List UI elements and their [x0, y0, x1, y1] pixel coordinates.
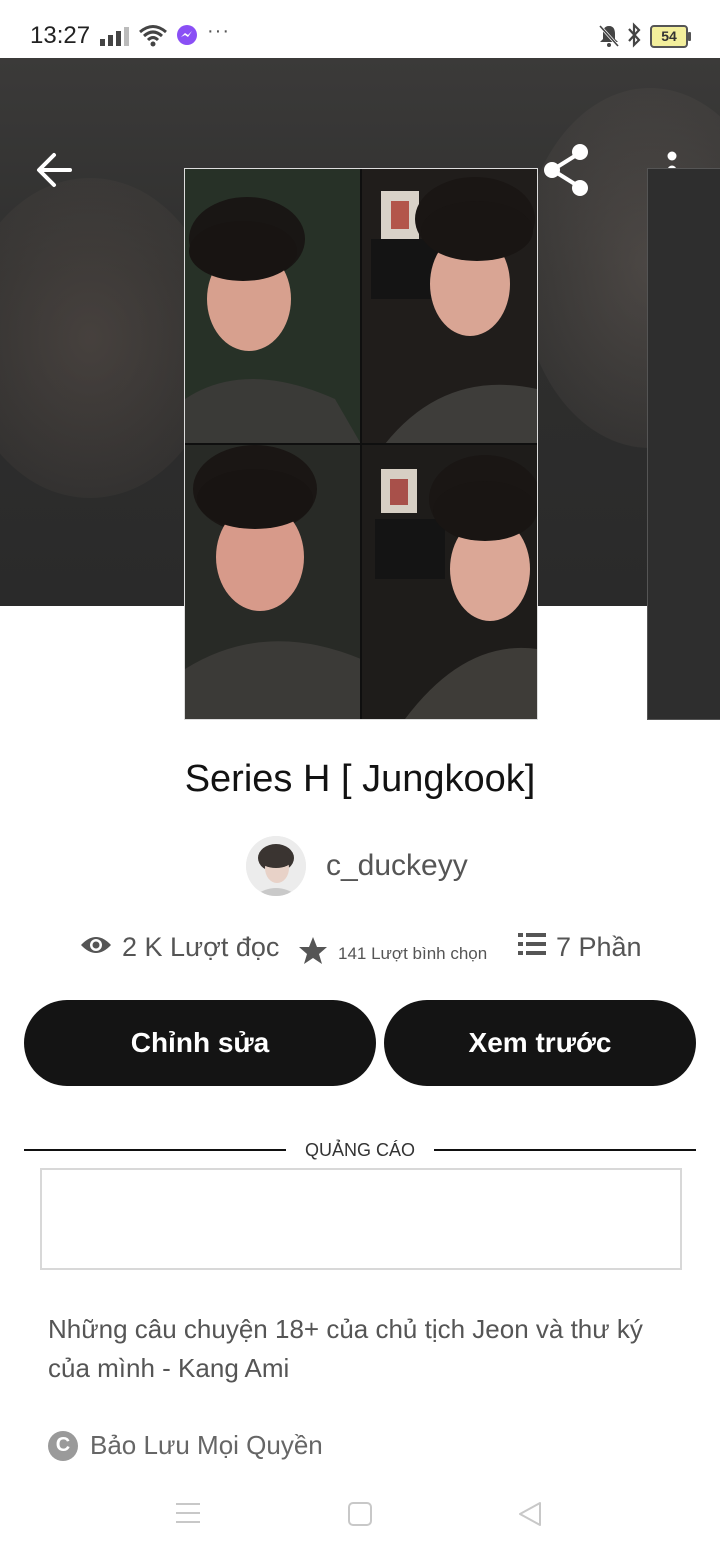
- next-story-cover[interactable]: [647, 168, 720, 720]
- battery-indicator: 54: [650, 25, 691, 48]
- preview-button[interactable]: Xem trước: [384, 1000, 696, 1086]
- story-description: Những câu chuyện 18+ của chủ tịch Jeon v…: [48, 1314, 643, 1383]
- author-name: c_duckeyy: [326, 849, 468, 882]
- copyright-text: Bảo Lưu Mọi Quyền: [90, 1430, 323, 1460]
- votes-count: 141 Lượt bình chọn: [338, 943, 488, 963]
- story-title: Series H [ Jungkook]: [184, 758, 536, 800]
- ad-divider: [24, 1149, 286, 1151]
- more-notifications-icon: ···: [207, 20, 230, 42]
- ad-slot[interactable]: [40, 1168, 682, 1270]
- eye-icon: [80, 932, 112, 963]
- copyright-icon: C: [48, 1430, 78, 1461]
- ad-divider: [434, 1149, 696, 1151]
- system-nav-bar: [0, 1490, 720, 1560]
- arrow-left-icon: [37, 153, 72, 187]
- wifi-icon: [138, 24, 168, 53]
- avatar: [246, 836, 306, 896]
- edit-button[interactable]: Chỉnh sửa: [24, 1000, 376, 1086]
- ad-label: QUẢNG CÁO: [304, 1140, 415, 1160]
- story-cover-image[interactable]: [184, 168, 538, 720]
- menu-icon: [176, 1503, 200, 1523]
- recent-apps-button[interactable]: [174, 1500, 202, 1531]
- author-link[interactable]: c_duckeyy: [246, 836, 468, 896]
- list-icon: [518, 932, 546, 963]
- star-icon: [298, 936, 328, 971]
- share-button[interactable]: [540, 142, 596, 198]
- home-button[interactable]: [346, 1500, 374, 1533]
- status-time: 13:27: [30, 22, 91, 49]
- nav-back-button[interactable]: [516, 1500, 544, 1533]
- status-bar: 13:27 ··· 54: [0, 0, 720, 58]
- bluetooth-icon: [626, 22, 642, 53]
- share-icon: [544, 144, 588, 196]
- votes-stat: 141 Lượt bình chọn: [298, 936, 487, 971]
- reads-count: 2 K Lượt đọc: [122, 932, 280, 962]
- reads-stat: 2 K Lượt đọc: [80, 932, 279, 963]
- square-icon: [348, 1502, 372, 1526]
- story-stats: 2 K Lượt đọc 141 Lượt bình chọn 7 Phần: [0, 930, 720, 974]
- back-button[interactable]: [30, 148, 82, 192]
- copyright-notice: C Bảo Lưu Mọi Quyền: [48, 1430, 323, 1461]
- parts-stat: 7 Phần: [518, 932, 642, 963]
- triangle-back-icon: [519, 1502, 541, 1526]
- bell-off-icon: [598, 24, 620, 53]
- signal-icon: [100, 26, 132, 51]
- messenger-icon: [176, 24, 198, 51]
- parts-count: 7 Phần: [556, 932, 642, 962]
